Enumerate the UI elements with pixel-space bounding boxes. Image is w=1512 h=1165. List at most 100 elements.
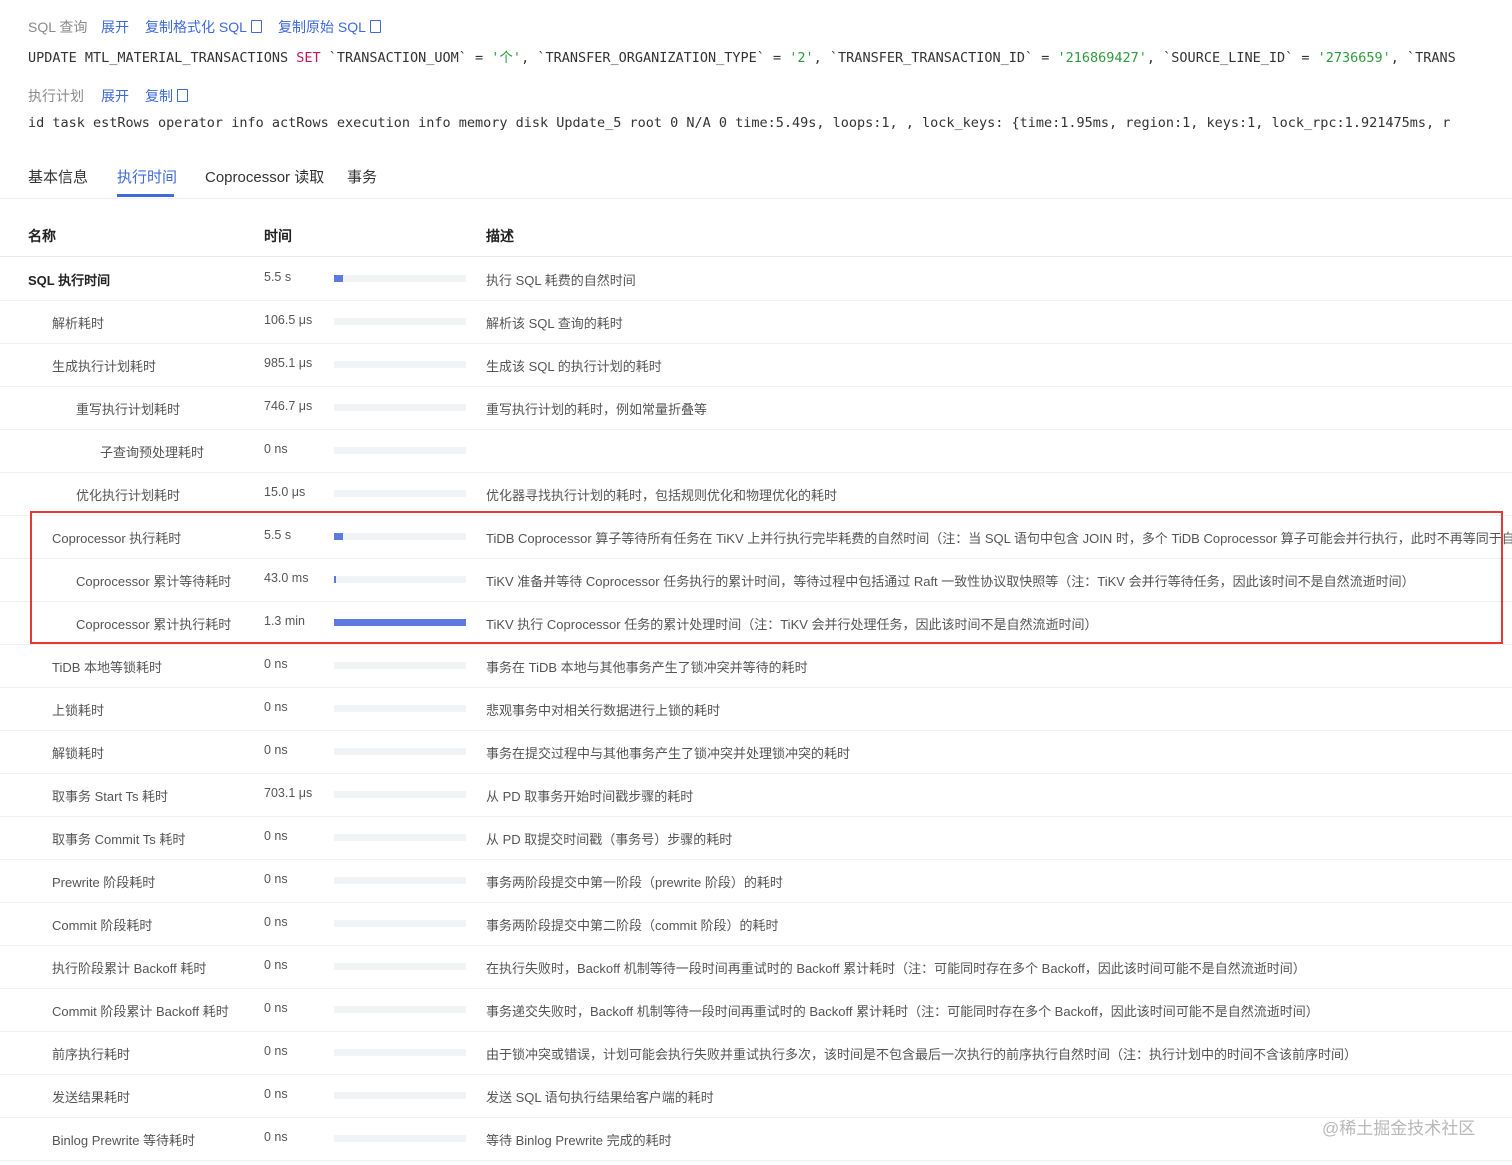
table-row: 前序执行耗时 0 ns 由于锁冲突或错误，计划可能会执行失败并重试执行多次，该时间是… — [0, 1031, 1512, 1075]
row-name: 重写执行计划耗时 — [76, 402, 181, 417]
row-name: 生成执行计划耗时 — [52, 359, 157, 374]
sql-keyword: SET — [296, 50, 321, 66]
table-row: SQL 执行时间 5.5 s 执行 SQL 耗费的自然时间 — [0, 257, 1512, 301]
tab-transaction[interactable]: 事务 — [347, 166, 377, 187]
row-name: 解析耗时 — [52, 316, 105, 331]
row-description: 事务两阶段提交中第二阶段（commit 阶段）的耗时 — [486, 918, 779, 933]
row-name: 取事务 Start Ts 耗时 — [52, 789, 169, 804]
row-name: Commit 阶段累计 Backoff 耗时 — [52, 1004, 229, 1019]
row-name: 发送结果耗时 — [52, 1090, 131, 1105]
time-bar-track — [334, 275, 466, 282]
row-description: 从 PD 取提交时间戳（事务号）步骤的耗时 — [486, 832, 733, 847]
row-description: 生成该 SQL 的执行计划的耗时 — [486, 359, 662, 374]
row-time: 0 ns — [264, 743, 288, 757]
row-name: 取事务 Commit Ts 耗时 — [52, 832, 186, 847]
time-bar-track — [334, 963, 466, 970]
time-bar-track — [334, 705, 466, 712]
sql-text: , `TRANS — [1390, 50, 1456, 66]
row-name: 解锁耗时 — [52, 746, 105, 761]
plan-label: 执行计划 — [28, 88, 84, 104]
row-description: 解析该 SQL 查询的耗时 — [486, 316, 623, 331]
copy-icon — [369, 20, 381, 33]
table-row: Binlog Prewrite 等待耗时 0 ns 等待 Binlog Prewri… — [0, 1117, 1512, 1161]
time-bar-track — [334, 748, 466, 755]
copy-icon — [177, 89, 188, 102]
row-time: 106.5 μs — [264, 313, 313, 327]
table-row: 解析耗时 106.5 μs 解析该 SQL 查询的耗时 — [0, 300, 1512, 344]
copy-plan-label: 复制 — [145, 88, 173, 104]
row-name: TiDB 本地等锁耗时 — [52, 660, 163, 675]
copy-formatted-sql-button[interactable]: 复制格式化 SQL — [145, 17, 262, 37]
table-row: 取事务 Start Ts 耗时 703.1 μs 从 PD 取事务开始时间戳步骤的耗… — [0, 773, 1512, 817]
row-description: 执行 SQL 耗费的自然时间 — [486, 273, 636, 288]
copy-raw-sql-button[interactable]: 复制原始 SQL — [278, 17, 381, 37]
row-time: 985.1 μs — [264, 356, 313, 370]
sql-string: '2736659' — [1317, 50, 1391, 66]
time-bar-track — [334, 877, 466, 884]
sql-string: '2' — [789, 50, 814, 66]
execution-plan-text: id task estRows operator info actRows ex… — [28, 115, 1451, 131]
table-row: 解锁耗时 0 ns 事务在提交过程中与其他事务产生了锁冲突并处理锁冲突的耗时 — [0, 730, 1512, 774]
row-description: 从 PD 取事务开始时间戳步骤的耗时 — [486, 789, 694, 804]
row-time: 0 ns — [264, 1044, 288, 1058]
table-row: TiDB 本地等锁耗时 0 ns 事务在 TiDB 本地与其他事务产生了锁冲突并等待… — [0, 644, 1512, 688]
time-bar-track — [334, 662, 466, 669]
table-row: 生成执行计划耗时 985.1 μs 生成该 SQL 的执行计划的耗时 — [0, 343, 1512, 387]
plan-expand-link[interactable]: 展开 — [101, 86, 129, 106]
row-description: 重写执行计划的耗时，例如常量折叠等 — [486, 402, 708, 417]
table-row: Prewrite 阶段耗时 0 ns 事务两阶段提交中第一阶段（prewrite 阶… — [0, 859, 1512, 903]
row-time: 15.0 μs — [264, 485, 306, 499]
time-bar-track — [334, 404, 466, 411]
sql-string: '216869427' — [1057, 50, 1147, 66]
table-row: 发送结果耗时 0 ns 发送 SQL 语句执行结果给客户端的耗时 — [0, 1074, 1512, 1118]
time-bar-track — [334, 361, 466, 368]
table-row: 重写执行计划耗时 746.7 μs 重写执行计划的耗时，例如常量折叠等 — [0, 386, 1512, 430]
row-name: 优化执行计划耗时 — [76, 488, 181, 503]
row-time: 0 ns — [264, 1001, 288, 1015]
tab-basic-info[interactable]: 基本信息 — [28, 166, 88, 187]
time-bar-track — [334, 920, 466, 927]
row-time: 0 ns — [264, 1130, 288, 1144]
column-header-name: 名称 — [28, 228, 56, 244]
row-time: 703.1 μs — [264, 786, 313, 800]
copy-raw-sql-label: 复制原始 SQL — [278, 19, 366, 35]
row-description: 事务在 TiDB 本地与其他事务产生了锁冲突并等待的耗时 — [486, 660, 808, 675]
time-bar-track — [334, 834, 466, 841]
row-description: 悲观事务中对相关行数据进行上锁的耗时 — [486, 703, 721, 718]
sql-text: `TRANSACTION_UOM` = — [320, 50, 492, 66]
column-header-desc: 描述 — [486, 228, 514, 244]
sql-string: '个' — [491, 50, 522, 66]
time-bar-fill — [334, 275, 343, 282]
row-time: 0 ns — [264, 958, 288, 972]
highlight-box — [30, 511, 1503, 644]
row-description: 优化器寻找执行计划的耗时，包括规则优化和物理优化的耗时 — [486, 488, 838, 503]
tab-execution-time[interactable]: 执行时间 — [117, 166, 177, 187]
row-description: 事务递交失败时，Backoff 机制等待一段时间再重试时的 Backoff 累计… — [486, 1004, 1319, 1019]
copy-plan-button[interactable]: 复制 — [145, 86, 188, 106]
row-name: 前序执行耗时 — [52, 1047, 131, 1062]
sql-query-label: SQL 查询 — [28, 19, 88, 35]
time-bar-track — [334, 447, 466, 454]
row-time: 0 ns — [264, 1087, 288, 1101]
row-description: 发送 SQL 语句执行结果给客户端的耗时 — [486, 1090, 714, 1105]
row-name: Commit 阶段耗时 — [52, 918, 153, 933]
sql-expand-link[interactable]: 展开 — [101, 17, 129, 37]
row-name: SQL 执行时间 — [28, 273, 111, 288]
row-time: 0 ns — [264, 442, 288, 456]
row-name: Binlog Prewrite 等待耗时 — [52, 1133, 196, 1148]
time-bar-track — [334, 490, 466, 497]
time-bar-track — [334, 1135, 466, 1142]
table-row: 优化执行计划耗时 15.0 μs 优化器寻找执行计划的耗时，包括规则优化和物理优化的… — [0, 472, 1512, 516]
active-tab-indicator — [117, 194, 174, 197]
sql-text: UPDATE MTL_MATERIAL_TRANSACTIONS — [28, 50, 297, 66]
time-bar-track — [334, 318, 466, 325]
row-time: 0 ns — [264, 915, 288, 929]
copy-formatted-sql-label: 复制格式化 SQL — [145, 19, 247, 35]
row-time: 5.5 s — [264, 270, 292, 284]
tab-coprocessor-read[interactable]: Coprocessor 读取 — [205, 166, 324, 187]
time-bar-track — [334, 1006, 466, 1013]
watermark: @稀土掘金技术社区 — [1322, 1119, 1476, 1138]
row-name: 执行阶段累计 Backoff 耗时 — [52, 961, 207, 976]
row-time: 746.7 μs — [264, 399, 313, 413]
time-bar-track — [334, 1092, 466, 1099]
